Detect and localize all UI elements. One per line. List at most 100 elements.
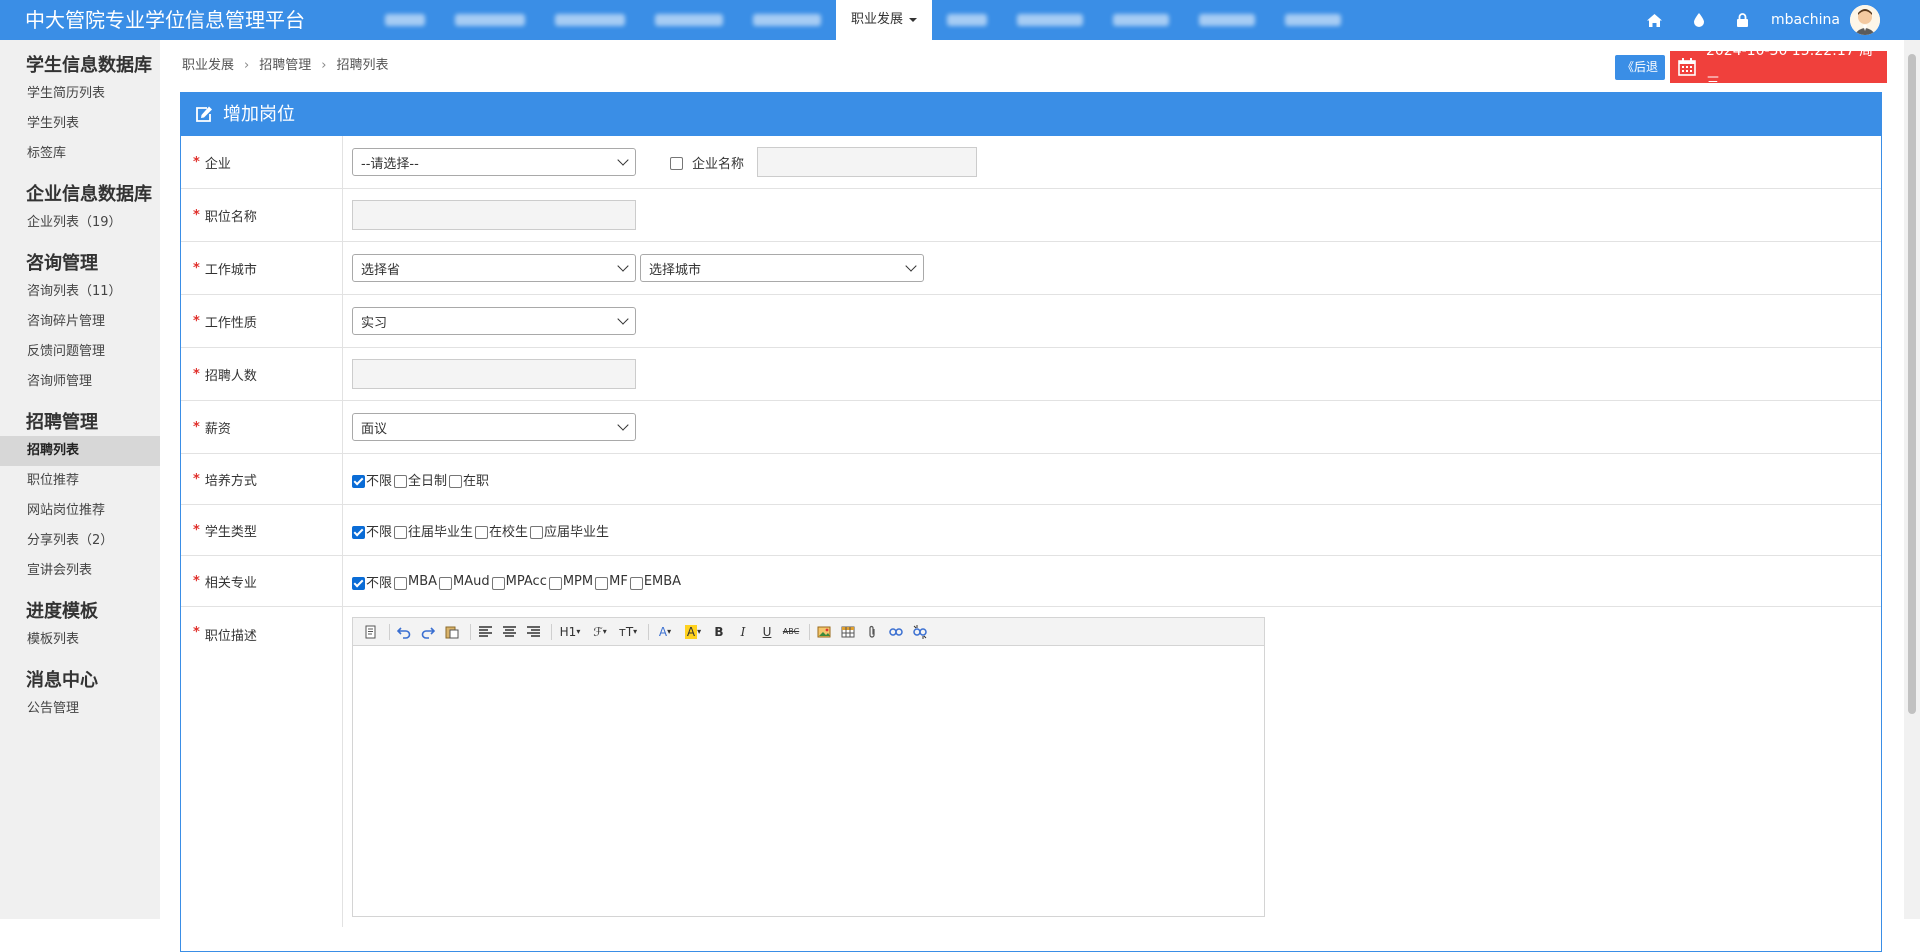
sidebar-item-template-list[interactable]: 模板列表 [0,625,160,655]
font-color-button[interactable]: A ▾ [653,622,677,642]
paste-icon[interactable] [442,622,462,642]
major-checkbox[interactable] [394,576,408,590]
sidebar-item-company-list[interactable]: 企业列表（19） [0,208,160,238]
student-type-option[interactable]: 往届毕业生 [394,521,473,540]
sidebar-item-share-list[interactable]: 分享列表（2） [0,526,160,556]
row-job-type: * 工作性质 实习 [181,295,1881,348]
student-type-checkbox[interactable] [394,525,408,539]
theme-drop-icon[interactable] [1677,0,1721,40]
bold-button[interactable]: B [709,622,729,642]
company-name-checkbox[interactable] [670,157,683,170]
training-checkbox[interactable] [352,474,365,488]
major-checkbox[interactable] [548,576,562,590]
datetime-display: 2024-10-30 15:22:17 周三 [1670,43,1887,91]
font-size-button[interactable]: тT ▾ [616,622,640,642]
sidebar-item-consult-list[interactable]: 咨询列表（11） [0,277,160,307]
sidebar-item-seminar-list[interactable]: 宣讲会列表 [0,556,160,586]
major-option[interactable]: MAud [439,573,490,590]
sidebar-item-job-recommend[interactable]: 职位推荐 [0,466,160,496]
breadcrumb-item-career[interactable]: 职业发展 [182,58,234,73]
insert-table-icon[interactable] [838,622,858,642]
scrollbar-thumb[interactable] [1908,54,1916,714]
job-title-input[interactable] [352,200,636,230]
training-checkbox[interactable] [394,474,408,488]
major-option[interactable]: MPM [548,573,593,590]
major-checkbox[interactable] [352,576,365,590]
app-title[interactable]: 中大管院专业学位信息管理平台 [25,0,305,40]
training-option[interactable]: 不限 [352,470,392,489]
sidebar-item-site-job-recommend[interactable]: 网站岗位推荐 [0,496,160,526]
sidebar-item-consult-fragments[interactable]: 咨询碎片管理 [0,307,160,337]
editor-content-area[interactable] [353,646,1264,916]
nav-item-blurred-2[interactable] [440,0,540,40]
insert-image-icon[interactable] [814,622,834,642]
major-checkbox[interactable] [439,576,453,590]
home-icon[interactable] [1633,0,1677,40]
breadcrumb-item-recruit-mgmt[interactable]: 招聘管理 [259,58,311,73]
major-checkbox[interactable] [595,576,609,590]
sidebar-item-resume-list[interactable]: 学生简历列表 [0,79,160,109]
italic-button[interactable]: I [733,622,753,642]
sidebar-item-recruit-list[interactable]: 招聘列表 [0,436,160,466]
link-icon[interactable] [886,622,906,642]
salary-select[interactable]: 面议 [352,413,636,441]
nav-item-blurred-5[interactable] [738,0,836,40]
province-select[interactable]: 选择省 [352,254,636,282]
sidebar-item-announcements[interactable]: 公告管理 [0,694,160,724]
major-option[interactable]: EMBA [629,573,681,590]
nav-item-blurred-1[interactable] [370,0,440,40]
page-scrollbar[interactable] [1904,40,1920,919]
company-select[interactable]: --请选择-- [352,148,636,176]
align-left-icon[interactable] [475,622,495,642]
major-option[interactable]: MPAcc [491,573,547,590]
row-student-type: * 学生类型 不限 往届毕业生 在校生 应届毕业生 [181,505,1881,556]
undo-icon[interactable] [394,622,414,642]
unlink-icon[interactable] [910,622,930,642]
student-type-checkbox[interactable] [352,525,365,539]
source-icon[interactable] [361,622,381,642]
align-center-icon[interactable] [499,622,519,642]
sidebar-item-student-list[interactable]: 学生列表 [0,109,160,139]
redo-icon[interactable] [418,622,438,642]
student-type-option[interactable]: 在校生 [475,521,528,540]
major-option[interactable]: 不限 [352,572,392,591]
strikethrough-button[interactable]: ABC [781,622,801,642]
headcount-input[interactable] [352,359,636,389]
avatar[interactable] [1850,5,1880,35]
nav-item-blurred-7[interactable] [1002,0,1098,40]
company-name-input[interactable] [757,147,978,177]
training-checkbox[interactable] [449,474,463,488]
sidebar-item-tag-library[interactable]: 标签库 [0,139,160,169]
nav-item-blurred-4[interactable] [640,0,738,40]
attachment-icon[interactable] [862,622,882,642]
major-option[interactable]: MBA [394,573,437,590]
breadcrumb-item-recruit-list[interactable]: 招聘列表 [336,58,388,73]
nav-item-blurred-10[interactable] [1270,0,1356,40]
nav-item-blurred-6[interactable] [932,0,1002,40]
training-option[interactable]: 全日制 [394,470,447,489]
background-color-button[interactable]: A ▾ [681,622,705,642]
job-type-select[interactable]: 实习 [352,307,636,335]
training-option[interactable]: 在职 [449,470,489,489]
align-right-icon[interactable] [523,622,543,642]
major-checkbox[interactable] [629,576,643,590]
student-type-checkbox[interactable] [530,525,544,539]
username[interactable]: mbachina [1771,12,1840,28]
nav-item-blurred-9[interactable] [1184,0,1270,40]
nav-item-career[interactable]: 职业发展 [836,0,933,40]
back-button[interactable]: 《后退 [1615,55,1665,80]
nav-item-blurred-8[interactable] [1098,0,1184,40]
major-checkbox[interactable] [491,576,505,590]
student-type-option[interactable]: 应届毕业生 [530,521,609,540]
nav-item-blurred-3[interactable] [540,0,640,40]
major-option[interactable]: MF [595,573,628,590]
sidebar-item-feedback[interactable]: 反馈问题管理 [0,337,160,367]
font-family-button[interactable]: ℱ ▾ [588,622,612,642]
sidebar-item-consultants[interactable]: 咨询师管理 [0,367,160,397]
city-select[interactable]: 选择城市 [640,254,924,282]
heading-button[interactable]: H1 ▾ [556,622,584,642]
student-type-option[interactable]: 不限 [352,521,392,540]
underline-button[interactable]: U [757,622,777,642]
lock-icon[interactable] [1721,0,1765,40]
student-type-checkbox[interactable] [475,525,489,539]
